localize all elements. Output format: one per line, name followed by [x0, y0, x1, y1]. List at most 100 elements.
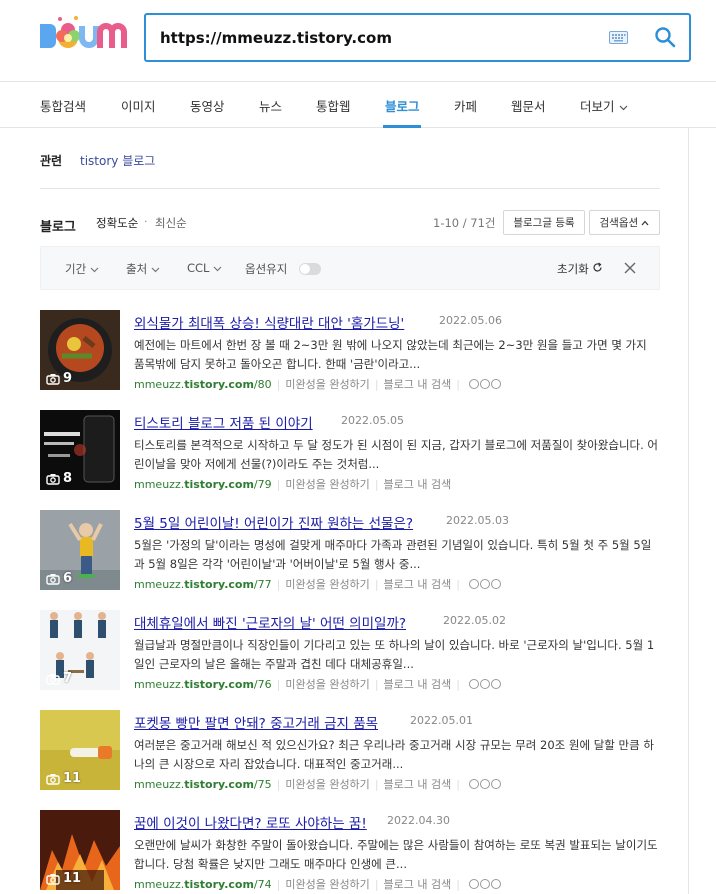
related-label: 관련 — [40, 154, 63, 168]
tab-blog[interactable]: 블로그 — [385, 96, 420, 115]
result-title[interactable]: 5월 5일 어린이날! 어린이가 진짜 원하는 선물은? — [134, 512, 413, 532]
search-icon[interactable] — [654, 26, 676, 48]
ccl-filter[interactable]: CCL — [187, 261, 222, 275]
tab-more-label: 더보기 — [580, 99, 615, 114]
result-title[interactable]: 티스토리 블로그 저품 된 이야기 — [134, 412, 313, 432]
blog-name-link[interactable]: 미완성을 완성하기 — [285, 876, 369, 892]
tab-webdoc[interactable]: 웹문서 — [511, 96, 546, 115]
meta-separator: | — [276, 577, 281, 591]
result-meta: mmeuzz.tistory.com/76 | 미완성을 완성하기 | 블로그 … — [134, 676, 501, 692]
tab-web[interactable]: 통합웹 — [316, 96, 351, 115]
tab-more[interactable]: 더보기 — [580, 96, 628, 115]
tab-image[interactable]: 이미지 — [121, 96, 156, 115]
source-filter[interactable]: 출처 — [126, 261, 160, 277]
result-date: 2022.05.01 — [410, 714, 473, 727]
sort-latest[interactable]: 최신순 — [155, 215, 187, 231]
url-host: tistory.com — [184, 877, 254, 891]
blog-search-link[interactable]: 블로그 내 검색 — [384, 776, 452, 792]
meta-separator: | — [456, 877, 460, 891]
register-blog-button[interactable]: 블로그글 등록 — [503, 210, 585, 235]
result-url[interactable]: mmeuzz.tistory.com/76 — [134, 678, 272, 691]
result-title[interactable]: 꿈에 이것이 나왔다면? 로또 사야하는 꿈! — [134, 812, 367, 832]
url-path: /80 — [253, 377, 272, 391]
tab-news[interactable]: 뉴스 — [259, 96, 282, 115]
camera-icon — [46, 673, 60, 685]
result-thumbnail[interactable]: 11 — [40, 810, 120, 890]
photo-count-value: 8 — [63, 471, 73, 486]
result-description: 예전에는 마트에서 한번 장 볼 때 2~3만 원 밖에 나오지 않았는데 최근… — [134, 338, 647, 371]
photo-count: 8 — [46, 471, 72, 486]
result-meta: mmeuzz.tistory.com/77 | 미완성을 완성하기 | 블로그 … — [134, 576, 501, 592]
related-link[interactable]: tistory 블로그 — [80, 152, 155, 169]
result-description: 티스토리를 본격적으로 시작하고 두 달 정도가 된 시점이 된 지금, 갑자기… — [134, 438, 659, 471]
tab-cafe[interactable]: 카페 — [454, 96, 477, 115]
chevron-down-icon — [619, 105, 627, 111]
blog-name-link[interactable]: 미완성을 완성하기 — [285, 476, 369, 492]
blog-search-link[interactable]: 블로그 내 검색 — [384, 876, 452, 892]
url-domain: mmeuzz. — [134, 877, 185, 891]
blog-search-link[interactable]: 블로그 내 검색 — [384, 476, 452, 492]
meta-separator: | — [374, 377, 379, 391]
result-thumbnail[interactable]: 6 — [40, 510, 120, 590]
result-url[interactable]: mmeuzz.tistory.com/80 — [134, 378, 272, 391]
result-meta: mmeuzz.tistory.com/79 | 미완성을 완성하기 | 블로그 … — [134, 476, 451, 492]
daum-logo-icon[interactable] — [38, 14, 128, 54]
blog-name-link[interactable]: 미완성을 완성하기 — [285, 676, 369, 692]
blog-search-link[interactable]: 블로그 내 검색 — [384, 576, 452, 592]
meta-separator: | — [374, 677, 379, 691]
close-icon[interactable] — [623, 261, 637, 275]
result-item: 8 티스토리 블로그 저품 된 이야기 2022.05.05 티스토리를 본격적… — [40, 410, 660, 492]
blog-name-link[interactable]: 미완성을 완성하기 — [285, 776, 369, 792]
result-title[interactable]: 포켓몽 빵만 팔면 안돼? 중고거래 금지 품목 — [134, 712, 378, 732]
result-url[interactable]: mmeuzz.tistory.com/77 — [134, 578, 272, 591]
result-thumbnail[interactable]: 9 — [40, 310, 120, 390]
chevron-down-icon — [214, 266, 222, 272]
chevron-up-icon — [642, 220, 649, 226]
header — [0, 0, 716, 82]
blog-search-link[interactable]: 블로그 내 검색 — [384, 676, 452, 692]
result-count: 1-10 / 71건 — [433, 216, 496, 230]
meta-separator: | — [374, 477, 379, 491]
url-path: /79 — [253, 477, 272, 491]
search-box[interactable] — [144, 13, 691, 62]
active-tab-underline — [383, 125, 421, 128]
search-input[interactable] — [160, 25, 590, 51]
search-options-button[interactable]: 검색옵션 — [589, 210, 660, 235]
blog-name-link[interactable]: 미완성을 완성하기 — [285, 376, 369, 392]
photo-count-value: 11 — [63, 771, 82, 786]
ccl-label: CCL — [187, 261, 210, 275]
tab-integrated[interactable]: 통합검색 — [40, 96, 86, 115]
camera-icon — [46, 473, 60, 485]
result-url[interactable]: mmeuzz.tistory.com/79 — [134, 478, 272, 491]
keep-options-toggle[interactable] — [299, 263, 321, 275]
ccl-license-icon — [468, 879, 501, 889]
blog-search-link[interactable]: 블로그 내 검색 — [384, 376, 452, 392]
photo-count-value: 11 — [63, 871, 82, 886]
result-thumbnail[interactable]: 11 — [40, 710, 120, 790]
period-filter[interactable]: 기간 — [65, 261, 99, 277]
meta-separator: | — [374, 777, 379, 791]
result-url[interactable]: mmeuzz.tistory.com/74 — [134, 878, 272, 891]
sort-accuracy[interactable]: 정확도순 — [96, 215, 138, 231]
meta-separator: | — [456, 777, 460, 791]
result-thumbnail[interactable]: 7 — [40, 610, 120, 690]
result-item: 9 외식물가 최대폭 상승! 식량대란 대안 '홈가드닝' 2022.05.06… — [40, 310, 660, 392]
result-item: 11 꿈에 이것이 나왔다면? 로또 사야하는 꿈! 2022.04.30 오랜… — [40, 810, 660, 892]
result-title[interactable]: 외식물가 최대폭 상승! 식량대란 대안 '홈가드닝' — [134, 312, 404, 332]
result-title[interactable]: 대체휴일에서 빠진 '근로자의 날' 어떤 의미일까? — [134, 612, 406, 632]
chevron-down-icon — [90, 267, 99, 273]
result-thumbnail[interactable]: 8 — [40, 410, 120, 490]
meta-separator: | — [276, 777, 281, 791]
result-description: 5월은 '가정의 달'이라는 명성에 걸맞게 매주마다 가족과 관련된 기념일이… — [134, 538, 652, 571]
blog-name-link[interactable]: 미완성을 완성하기 — [285, 576, 369, 592]
result-date: 2022.04.30 — [387, 814, 450, 827]
keyboard-icon[interactable] — [609, 31, 628, 44]
result-meta: mmeuzz.tistory.com/80 | 미완성을 완성하기 | 블로그 … — [134, 376, 501, 392]
result-url[interactable]: mmeuzz.tistory.com/75 — [134, 778, 272, 791]
reset-button[interactable]: 초기화 — [557, 261, 603, 277]
tab-video[interactable]: 동영상 — [190, 96, 225, 115]
chevron-down-icon — [151, 267, 160, 273]
photo-count: 11 — [46, 771, 81, 786]
url-path: /74 — [253, 877, 272, 891]
result-date: 2022.05.02 — [443, 614, 506, 627]
